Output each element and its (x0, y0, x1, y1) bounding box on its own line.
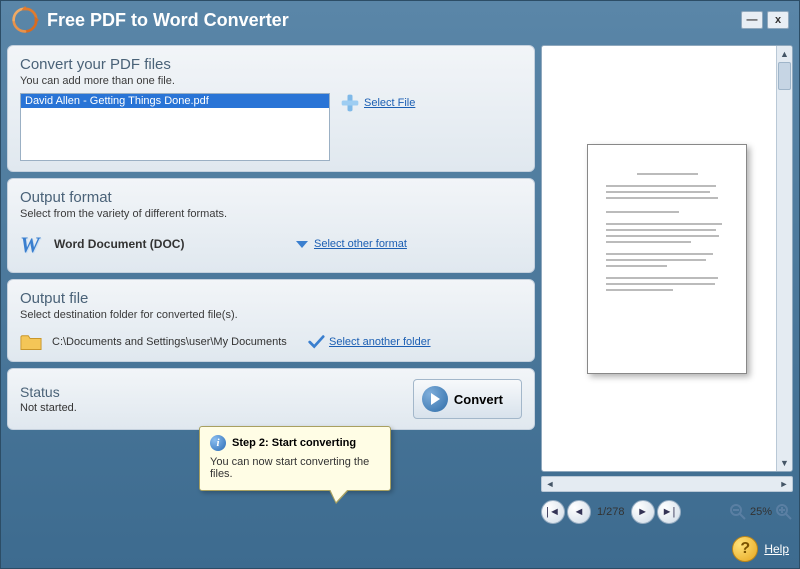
status-title: Status (20, 384, 403, 400)
format-title: Output format (20, 189, 522, 206)
scroll-thumb[interactable] (778, 62, 791, 90)
app-logo-icon (11, 6, 39, 34)
app-window: Free PDF to Word Converter — x Convert y… (0, 0, 800, 569)
help-link[interactable]: Help (764, 542, 789, 556)
last-page-button[interactable]: ►| (657, 500, 681, 524)
output-subtitle: Select destination folder for converted … (20, 309, 522, 321)
close-button[interactable]: x (767, 11, 789, 29)
output-panel: Output file Select destination folder fo… (7, 279, 535, 362)
status-panel: Status Not started. Convert (7, 368, 535, 430)
convert-subtitle: You can add more than one file. (20, 75, 522, 87)
hint-tooltip: i Step 2: Start converting You can now s… (199, 426, 391, 491)
prev-page-button[interactable]: ◄ (567, 500, 591, 524)
output-title: Output file (20, 290, 522, 307)
app-title: Free PDF to Word Converter (47, 10, 741, 31)
vertical-scrollbar[interactable]: ▲ ▼ (776, 46, 792, 471)
convert-button[interactable]: Convert (413, 379, 522, 419)
scroll-left-icon[interactable]: ◄ (542, 477, 558, 491)
select-format-label: Select other format (314, 238, 407, 250)
convert-panel: Convert your PDF files You can add more … (7, 45, 535, 172)
next-page-button[interactable]: ► (631, 500, 655, 524)
convert-title: Convert your PDF files (20, 56, 522, 73)
tooltip-title: Step 2: Start converting (232, 437, 356, 449)
preview-pane: ▲ ▼ (541, 45, 793, 472)
info-icon: i (210, 435, 226, 451)
select-folder-label: Select another folder (329, 336, 431, 348)
zoom-out-button[interactable] (729, 503, 747, 521)
file-item[interactable]: David Allen - Getting Things Done.pdf (21, 94, 329, 108)
check-icon (307, 333, 325, 351)
format-subtitle: Select from the variety of different for… (20, 208, 522, 220)
help-icon: ? (732, 536, 758, 562)
scroll-down-icon[interactable]: ▼ (777, 455, 792, 471)
select-file-label: Select File (364, 97, 415, 109)
select-file-button[interactable]: Select File (340, 93, 415, 113)
minimize-button[interactable]: — (741, 11, 763, 29)
word-icon: W (20, 232, 44, 256)
file-list[interactable]: David Allen - Getting Things Done.pdf (20, 93, 330, 161)
page-indicator: 1/278 (593, 506, 629, 518)
plus-icon (340, 93, 360, 113)
zoom-in-button[interactable] (775, 503, 793, 521)
titlebar: Free PDF to Word Converter — x (1, 1, 799, 39)
zoom-level: 25% (750, 506, 772, 518)
current-format: Word Document (DOC) (54, 237, 284, 251)
play-icon (422, 386, 448, 412)
folder-icon (20, 333, 42, 351)
chevron-down-icon (294, 236, 310, 252)
convert-label: Convert (454, 392, 503, 407)
first-page-button[interactable]: |◄ (541, 500, 565, 524)
scroll-right-icon[interactable]: ► (776, 477, 792, 491)
horizontal-scrollbar[interactable]: ◄ ► (541, 476, 793, 492)
output-path: C:\Documents and Settings\user\My Docume… (52, 336, 297, 348)
scroll-up-icon[interactable]: ▲ (777, 46, 792, 62)
tooltip-body: You can now start converting the files. (210, 456, 380, 480)
window-controls: — x (741, 11, 789, 29)
format-panel: Output format Select from the variety of… (7, 178, 535, 273)
page-thumbnail (587, 144, 747, 374)
status-value: Not started. (20, 402, 403, 414)
select-folder-button[interactable]: Select another folder (307, 333, 431, 351)
preview-navbar: |◄ ◄ 1/278 ► ►| 25% (541, 498, 793, 526)
select-format-button[interactable]: Select other format (294, 236, 407, 252)
